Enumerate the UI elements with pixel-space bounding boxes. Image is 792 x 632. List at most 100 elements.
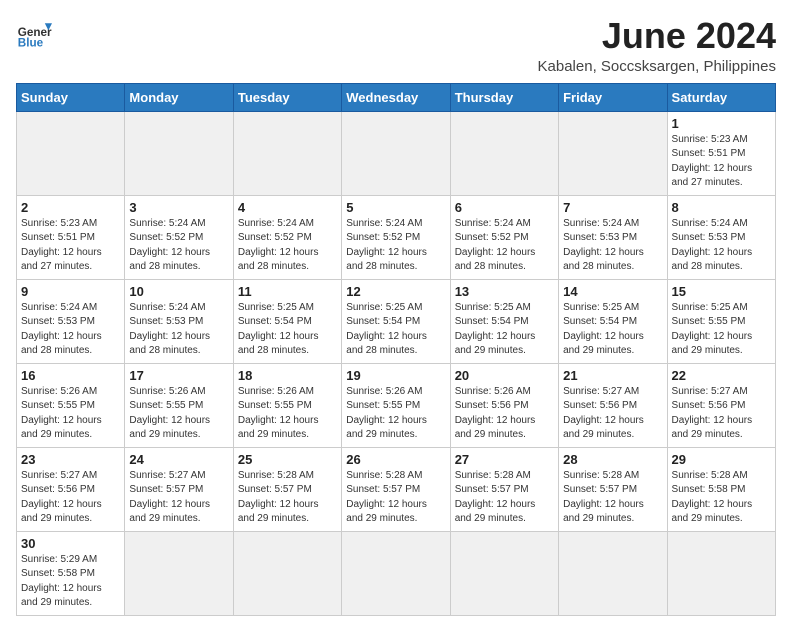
day-cell (125, 531, 233, 615)
day-info: Sunrise: 5:24 AM Sunset: 5:52 PM Dayligh… (455, 217, 554, 275)
day-number: 4 (238, 200, 337, 215)
week-row-5: 30 Sunrise: 5:29 AM Sunset: 5:58 PM Dayli… (17, 531, 776, 615)
header-row: SundayMondayTuesdayWednesdayThursdayFrid… (17, 83, 776, 111)
day-cell: 5 Sunrise: 5:24 AM Sunset: 5:52 PM Daylig… (342, 195, 450, 279)
day-info: Sunrise: 5:28 AM Sunset: 5:57 PM Dayligh… (238, 469, 337, 527)
col-header-tuesday: Tuesday (233, 83, 341, 111)
day-number: 29 (672, 452, 771, 467)
day-number: 5 (346, 200, 445, 215)
header: General Blue June 2024 Kabalen, Soccsksa… (16, 16, 776, 75)
day-info: Sunrise: 5:24 AM Sunset: 5:53 PM Dayligh… (21, 301, 120, 359)
calendar-table: SundayMondayTuesdayWednesdayThursdayFrid… (16, 83, 776, 616)
day-number: 24 (129, 452, 228, 467)
day-number: 9 (21, 284, 120, 299)
day-cell: 11Sunrise: 5:25 AM Sunset: 5:54 PM Dayli… (233, 279, 341, 363)
day-number: 8 (672, 200, 771, 215)
day-cell: 26Sunrise: 5:28 AM Sunset: 5:57 PM Dayli… (342, 447, 450, 531)
day-info: Sunrise: 5:24 AM Sunset: 5:52 PM Dayligh… (346, 217, 445, 275)
col-header-thursday: Thursday (450, 83, 558, 111)
day-number: 30 (21, 536, 120, 551)
day-cell: 19Sunrise: 5:26 AM Sunset: 5:55 PM Dayli… (342, 363, 450, 447)
day-number: 22 (672, 368, 771, 383)
day-cell: 23 Sunrise: 5:27 AM Sunset: 5:56 PM Dayli… (17, 447, 125, 531)
day-info: Sunrise: 5:25 AM Sunset: 5:54 PM Dayligh… (346, 301, 445, 359)
day-cell (17, 111, 125, 195)
day-cell: 4 Sunrise: 5:24 AM Sunset: 5:52 PM Daylig… (233, 195, 341, 279)
day-info: Sunrise: 5:28 AM Sunset: 5:58 PM Dayligh… (672, 469, 771, 527)
day-number: 2 (21, 200, 120, 215)
col-header-monday: Monday (125, 83, 233, 111)
day-info: Sunrise: 5:25 AM Sunset: 5:54 PM Dayligh… (238, 301, 337, 359)
day-info: Sunrise: 5:27 AM Sunset: 5:56 PM Dayligh… (21, 469, 120, 527)
day-number: 13 (455, 284, 554, 299)
day-cell: 18Sunrise: 5:26 AM Sunset: 5:55 PM Dayli… (233, 363, 341, 447)
day-number: 10 (129, 284, 228, 299)
day-number: 23 (21, 452, 120, 467)
day-number: 6 (455, 200, 554, 215)
week-row-1: 2 Sunrise: 5:23 AM Sunset: 5:51 PM Daylig… (17, 195, 776, 279)
day-number: 20 (455, 368, 554, 383)
day-cell: 9 Sunrise: 5:24 AM Sunset: 5:53 PM Daylig… (17, 279, 125, 363)
day-number: 21 (563, 368, 662, 383)
col-header-friday: Friday (559, 83, 667, 111)
day-cell (559, 531, 667, 615)
day-info: Sunrise: 5:27 AM Sunset: 5:57 PM Dayligh… (129, 469, 228, 527)
col-header-sunday: Sunday (17, 83, 125, 111)
day-number: 25 (238, 452, 337, 467)
day-cell: 21 Sunrise: 5:27 AM Sunset: 5:56 PM Dayli… (559, 363, 667, 447)
day-number: 1 (672, 116, 771, 131)
day-info: Sunrise: 5:28 AM Sunset: 5:57 PM Dayligh… (563, 469, 662, 527)
day-cell: 28 Sunrise: 5:28 AM Sunset: 5:57 PM Dayli… (559, 447, 667, 531)
day-cell: 30 Sunrise: 5:29 AM Sunset: 5:58 PM Dayli… (17, 531, 125, 615)
day-info: Sunrise: 5:23 AM Sunset: 5:51 PM Dayligh… (21, 217, 120, 275)
day-info: Sunrise: 5:26 AM Sunset: 5:56 PM Dayligh… (455, 385, 554, 443)
day-cell: 13Sunrise: 5:25 AM Sunset: 5:54 PM Dayli… (450, 279, 558, 363)
day-cell (342, 111, 450, 195)
day-info: Sunrise: 5:27 AM Sunset: 5:56 PM Dayligh… (672, 385, 771, 443)
day-cell: 22 Sunrise: 5:27 AM Sunset: 5:56 PM Dayli… (667, 363, 775, 447)
day-cell: 12Sunrise: 5:25 AM Sunset: 5:54 PM Dayli… (342, 279, 450, 363)
day-info: Sunrise: 5:23 AM Sunset: 5:51 PM Dayligh… (672, 133, 771, 191)
logo: General Blue (16, 16, 52, 52)
day-cell: 17Sunrise: 5:26 AM Sunset: 5:55 PM Dayli… (125, 363, 233, 447)
day-info: Sunrise: 5:28 AM Sunset: 5:57 PM Dayligh… (346, 469, 445, 527)
day-cell: 15Sunrise: 5:25 AM Sunset: 5:55 PM Dayli… (667, 279, 775, 363)
svg-text:Blue: Blue (18, 37, 44, 50)
title-area: June 2024 Kabalen, Soccsksargen, Philipp… (538, 16, 776, 75)
week-row-2: 9 Sunrise: 5:24 AM Sunset: 5:53 PM Daylig… (17, 279, 776, 363)
location-title: Kabalen, Soccsksargen, Philippines (538, 58, 776, 75)
day-cell (125, 111, 233, 195)
day-cell (450, 531, 558, 615)
col-header-saturday: Saturday (667, 83, 775, 111)
day-info: Sunrise: 5:29 AM Sunset: 5:58 PM Dayligh… (21, 553, 120, 611)
day-number: 19 (346, 368, 445, 383)
day-cell: 8Sunrise: 5:24 AM Sunset: 5:53 PM Daylig… (667, 195, 775, 279)
day-info: Sunrise: 5:24 AM Sunset: 5:53 PM Dayligh… (563, 217, 662, 275)
day-cell: 2 Sunrise: 5:23 AM Sunset: 5:51 PM Daylig… (17, 195, 125, 279)
day-info: Sunrise: 5:25 AM Sunset: 5:54 PM Dayligh… (563, 301, 662, 359)
day-info: Sunrise: 5:24 AM Sunset: 5:53 PM Dayligh… (129, 301, 228, 359)
day-number: 14 (563, 284, 662, 299)
day-cell (233, 111, 341, 195)
day-info: Sunrise: 5:26 AM Sunset: 5:55 PM Dayligh… (129, 385, 228, 443)
day-info: Sunrise: 5:24 AM Sunset: 5:52 PM Dayligh… (129, 217, 228, 275)
day-cell (559, 111, 667, 195)
day-cell: 25 Sunrise: 5:28 AM Sunset: 5:57 PM Dayli… (233, 447, 341, 531)
day-number: 27 (455, 452, 554, 467)
day-number: 28 (563, 452, 662, 467)
day-info: Sunrise: 5:25 AM Sunset: 5:55 PM Dayligh… (672, 301, 771, 359)
week-row-4: 23 Sunrise: 5:27 AM Sunset: 5:56 PM Dayli… (17, 447, 776, 531)
day-cell (667, 531, 775, 615)
day-cell: 27Sunrise: 5:28 AM Sunset: 5:57 PM Dayli… (450, 447, 558, 531)
day-cell (450, 111, 558, 195)
day-info: Sunrise: 5:26 AM Sunset: 5:55 PM Dayligh… (238, 385, 337, 443)
day-cell (233, 531, 341, 615)
day-cell: 20 Sunrise: 5:26 AM Sunset: 5:56 PM Dayli… (450, 363, 558, 447)
day-info: Sunrise: 5:27 AM Sunset: 5:56 PM Dayligh… (563, 385, 662, 443)
day-cell: 6 Sunrise: 5:24 AM Sunset: 5:52 PM Daylig… (450, 195, 558, 279)
logo-icon: General Blue (16, 16, 52, 52)
day-number: 7 (563, 200, 662, 215)
col-header-wednesday: Wednesday (342, 83, 450, 111)
day-info: Sunrise: 5:24 AM Sunset: 5:52 PM Dayligh… (238, 217, 337, 275)
week-row-3: 16Sunrise: 5:26 AM Sunset: 5:55 PM Dayli… (17, 363, 776, 447)
